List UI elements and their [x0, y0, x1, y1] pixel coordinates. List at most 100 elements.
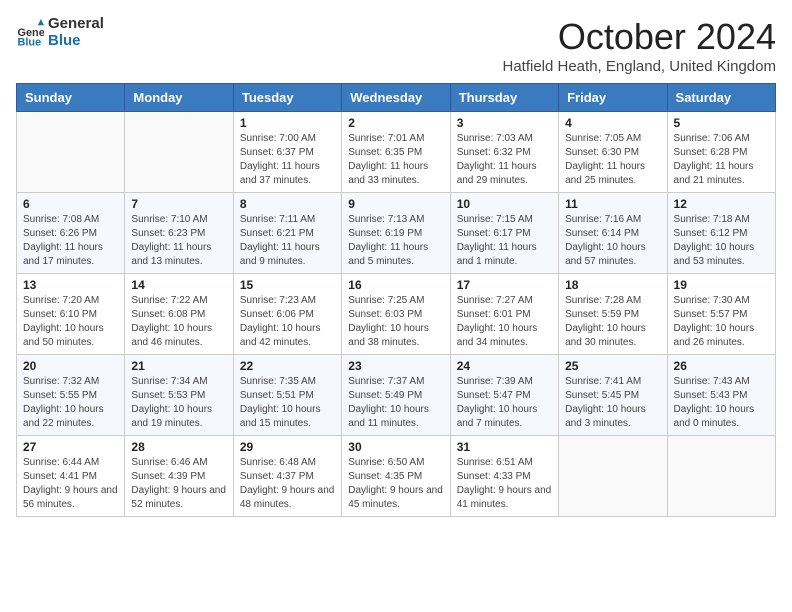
day-number: 6: [23, 197, 118, 211]
day-info: Sunrise: 7:13 AMSunset: 6:19 PMDaylight:…: [348, 213, 443, 269]
day-number: 31: [457, 440, 552, 454]
day-info: Sunrise: 7:28 AMSunset: 5:59 PMDaylight:…: [565, 294, 660, 350]
day-info: Sunrise: 7:10 AMSunset: 6:23 PMDaylight:…: [131, 213, 226, 269]
day-number: 17: [457, 278, 552, 292]
day-number: 18: [565, 278, 660, 292]
day-number: 23: [348, 359, 443, 373]
day-number: 11: [565, 197, 660, 211]
calendar-cell: 17 Sunrise: 7:27 AMSunset: 6:01 PMDayligh…: [450, 274, 558, 355]
day-info: Sunrise: 7:39 AMSunset: 5:47 PMDaylight:…: [457, 375, 552, 431]
day-info: Sunrise: 7:41 AMSunset: 5:45 PMDaylight:…: [565, 375, 660, 431]
day-number: 2: [348, 116, 443, 130]
calendar-cell: 30Sunrise: 6:50 AMSunset: 4:35 PMDayligh…: [342, 436, 450, 517]
day-number: 16: [348, 278, 443, 292]
calendar-cell: 12 Sunrise: 7:18 AMSunset: 6:12 PMDayligh…: [667, 193, 775, 274]
calendar-cell: 1 Sunrise: 7:00 AMSunset: 6:37 PMDaylight…: [233, 112, 341, 193]
calendar-cell: 11 Sunrise: 7:16 AMSunset: 6:14 PMDayligh…: [559, 193, 667, 274]
calendar-cell: 18 Sunrise: 7:28 AMSunset: 5:59 PMDayligh…: [559, 274, 667, 355]
day-info: Sunrise: 7:43 AMSunset: 5:43 PMDaylight:…: [674, 375, 769, 431]
day-number: 14: [131, 278, 226, 292]
calendar-cell: 14Sunrise: 7:22 AMSunset: 6:08 PMDayligh…: [125, 274, 233, 355]
day-info: Sunrise: 7:18 AMSunset: 6:12 PMDaylight:…: [674, 213, 769, 269]
day-info: Sunrise: 7:00 AMSunset: 6:37 PMDaylight:…: [240, 132, 335, 188]
calendar-cell: 3 Sunrise: 7:03 AMSunset: 6:32 PMDaylight…: [450, 112, 558, 193]
day-number: 10: [457, 197, 552, 211]
day-info: Sunrise: 7:11 AMSunset: 6:21 PMDaylight:…: [240, 213, 335, 269]
day-header-wednesday: Wednesday: [342, 84, 450, 112]
day-header-tuesday: Tuesday: [233, 84, 341, 112]
title-block: October 2024 Hatfield Heath, England, Un…: [502, 16, 776, 75]
calendar-week-1: 1 Sunrise: 7:00 AMSunset: 6:37 PMDaylight…: [17, 112, 776, 193]
day-info: Sunrise: 7:37 AMSunset: 5:49 PMDaylight:…: [348, 375, 443, 431]
day-info: Sunrise: 7:06 AMSunset: 6:28 PMDaylight:…: [674, 132, 769, 188]
day-number: 29: [240, 440, 335, 454]
calendar-cell: [125, 112, 233, 193]
day-header-saturday: Saturday: [667, 84, 775, 112]
calendar-cell: 27Sunrise: 6:44 AMSunset: 4:41 PMDayligh…: [17, 436, 125, 517]
day-number: 25: [565, 359, 660, 373]
day-info: Sunrise: 7:35 AMSunset: 5:51 PMDaylight:…: [240, 375, 335, 431]
calendar-cell: [17, 112, 125, 193]
calendar-cell: 8Sunrise: 7:11 AMSunset: 6:21 PMDaylight…: [233, 193, 341, 274]
day-info: Sunrise: 6:46 AMSunset: 4:39 PMDaylight:…: [131, 456, 226, 512]
day-number: 13: [23, 278, 118, 292]
day-number: 7: [131, 197, 226, 211]
day-number: 26: [674, 359, 769, 373]
calendar-body: 1 Sunrise: 7:00 AMSunset: 6:37 PMDaylight…: [17, 112, 776, 517]
calendar-cell: 5 Sunrise: 7:06 AMSunset: 6:28 PMDaylight…: [667, 112, 775, 193]
calendar-cell: 6 Sunrise: 7:08 AMSunset: 6:26 PMDaylight…: [17, 193, 125, 274]
calendar-cell: 22 Sunrise: 7:35 AMSunset: 5:51 PMDayligh…: [233, 355, 341, 436]
calendar-cell: 10 Sunrise: 7:15 AMSunset: 6:17 PMDayligh…: [450, 193, 558, 274]
day-number: 3: [457, 116, 552, 130]
day-info: Sunrise: 6:48 AMSunset: 4:37 PMDaylight:…: [240, 456, 335, 512]
day-header-sunday: Sunday: [17, 84, 125, 112]
day-info: Sunrise: 7:20 AMSunset: 6:10 PMDaylight:…: [23, 294, 118, 350]
day-number: 20: [23, 359, 118, 373]
calendar-cell: 26 Sunrise: 7:43 AMSunset: 5:43 PMDayligh…: [667, 355, 775, 436]
day-number: 12: [674, 197, 769, 211]
calendar-cell: 31 Sunrise: 6:51 AMSunset: 4:33 PMDayligh…: [450, 436, 558, 517]
calendar-cell: [559, 436, 667, 517]
day-info: Sunrise: 7:16 AMSunset: 6:14 PMDaylight:…: [565, 213, 660, 269]
day-info: Sunrise: 7:27 AMSunset: 6:01 PMDaylight:…: [457, 294, 552, 350]
calendar-cell: 2 Sunrise: 7:01 AMSunset: 6:35 PMDaylight…: [342, 112, 450, 193]
calendar-week-2: 6 Sunrise: 7:08 AMSunset: 6:26 PMDaylight…: [17, 193, 776, 274]
day-info: Sunrise: 7:05 AMSunset: 6:30 PMDaylight:…: [565, 132, 660, 188]
day-number: 4: [565, 116, 660, 130]
calendar-cell: 7 Sunrise: 7:10 AMSunset: 6:23 PMDaylight…: [125, 193, 233, 274]
calendar-cell: 19Sunrise: 7:30 AMSunset: 5:57 PMDayligh…: [667, 274, 775, 355]
location: Hatfield Heath, England, United Kingdom: [502, 58, 776, 75]
day-number: 9: [348, 197, 443, 211]
day-header-friday: Friday: [559, 84, 667, 112]
day-info: Sunrise: 7:25 AMSunset: 6:03 PMDaylight:…: [348, 294, 443, 350]
calendar-table: SundayMondayTuesdayWednesdayThursdayFrid…: [16, 83, 776, 517]
day-number: 24: [457, 359, 552, 373]
day-info: Sunrise: 7:08 AMSunset: 6:26 PMDaylight:…: [23, 213, 118, 269]
day-number: 21: [131, 359, 226, 373]
day-number: 5: [674, 116, 769, 130]
day-number: 22: [240, 359, 335, 373]
calendar-cell: 16 Sunrise: 7:25 AMSunset: 6:03 PMDayligh…: [342, 274, 450, 355]
calendar-cell: 15Sunrise: 7:23 AMSunset: 6:06 PMDayligh…: [233, 274, 341, 355]
day-info: Sunrise: 6:51 AMSunset: 4:33 PMDaylight:…: [457, 456, 552, 512]
page-header: General Blue General Blue October 2024 H…: [16, 16, 776, 75]
calendar-cell: 28Sunrise: 6:46 AMSunset: 4:39 PMDayligh…: [125, 436, 233, 517]
logo-blue: Blue: [48, 33, 104, 50]
day-header-thursday: Thursday: [450, 84, 558, 112]
day-number: 1: [240, 116, 335, 130]
calendar-week-5: 27Sunrise: 6:44 AMSunset: 4:41 PMDayligh…: [17, 436, 776, 517]
day-info: Sunrise: 7:34 AMSunset: 5:53 PMDaylight:…: [131, 375, 226, 431]
month-title: October 2024: [502, 16, 776, 58]
calendar-cell: 21 Sunrise: 7:34 AMSunset: 5:53 PMDayligh…: [125, 355, 233, 436]
day-info: Sunrise: 7:15 AMSunset: 6:17 PMDaylight:…: [457, 213, 552, 269]
calendar-cell: 24 Sunrise: 7:39 AMSunset: 5:47 PMDayligh…: [450, 355, 558, 436]
day-info: Sunrise: 7:32 AMSunset: 5:55 PMDaylight:…: [23, 375, 118, 431]
day-info: Sunrise: 7:01 AMSunset: 6:35 PMDaylight:…: [348, 132, 443, 188]
day-info: Sunrise: 7:03 AMSunset: 6:32 PMDaylight:…: [457, 132, 552, 188]
logo-text: General Blue: [48, 16, 104, 49]
calendar-cell: 4 Sunrise: 7:05 AMSunset: 6:30 PMDaylight…: [559, 112, 667, 193]
day-info: Sunrise: 7:30 AMSunset: 5:57 PMDaylight:…: [674, 294, 769, 350]
svg-text:Blue: Blue: [18, 36, 42, 47]
calendar-cell: [667, 436, 775, 517]
day-number: 30: [348, 440, 443, 454]
